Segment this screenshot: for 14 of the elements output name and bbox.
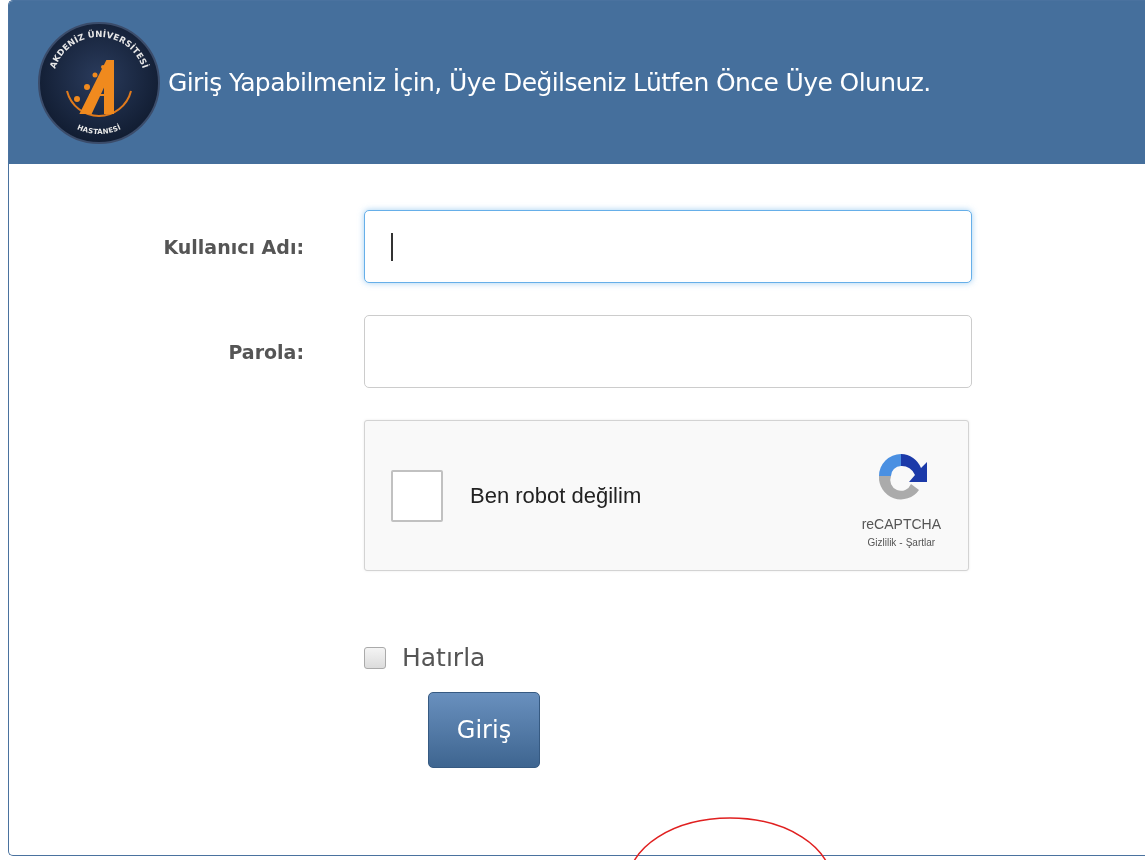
input-field[interactable] <box>364 315 972 388</box>
field-label: Kullanıcı Adı: <box>163 235 304 258</box>
recaptcha-brand: reCAPTCHA <box>861 515 941 532</box>
login-button[interactable]: Giriş <box>428 692 540 768</box>
captcha-label: Ben robot değilim <box>470 482 643 509</box>
input-field[interactable] <box>364 210 972 283</box>
captcha-link[interactable]: Şartlar <box>905 536 936 548</box>
captcha-link[interactable]: Gizlilik <box>867 536 897 548</box>
panel-title: Giriş Yapabilmeniz İçin, Üye Değilseniz Lütfen Önce Üye Olunuz. <box>168 68 931 97</box>
captcha-checkbox[interactable] <box>391 469 443 522</box>
remember-checkbox[interactable] <box>364 646 386 669</box>
field-label: Parola: <box>228 340 304 363</box>
remember-label: Hatırla <box>402 643 486 672</box>
link-separator: - <box>899 536 903 548</box>
